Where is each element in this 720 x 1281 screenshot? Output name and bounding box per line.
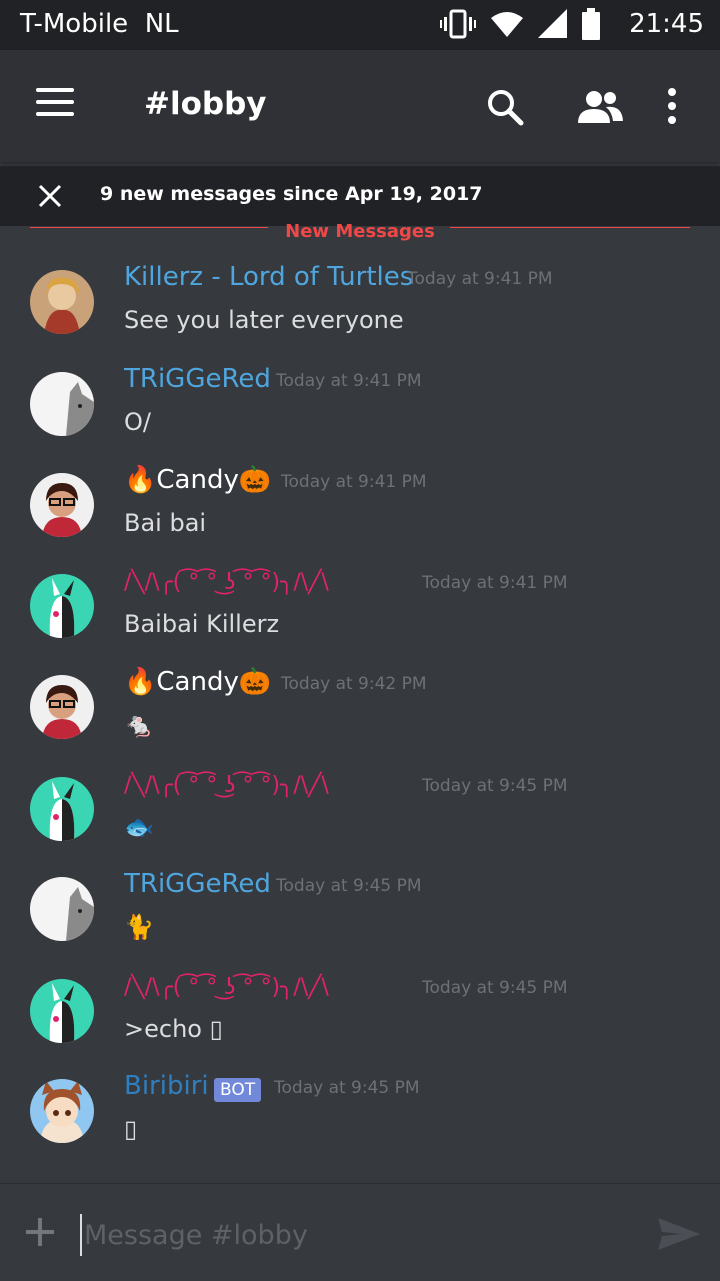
more-options-icon[interactable] xyxy=(662,88,682,124)
username[interactable]: /╲/\╭( ͡° ͡° ͜ʖ ͡° ͡°)╮/\╱\ xyxy=(124,975,329,1000)
avatar[interactable] xyxy=(30,1079,94,1143)
message-text: >echo ▯ xyxy=(124,1015,223,1043)
avatar[interactable] xyxy=(30,372,94,436)
message-text: O/ xyxy=(124,408,151,436)
username[interactable]: TRiGGeRed xyxy=(124,364,271,394)
message-text: ▯ xyxy=(124,1115,138,1143)
timestamp: Today at 9:41 PM xyxy=(407,269,553,289)
banner-text: 9 new messages since Apr 19, 2017 xyxy=(100,183,483,205)
timestamp: Today at 9:41 PM xyxy=(276,371,422,391)
username[interactable]: Killerz - Lord of Turtles xyxy=(124,262,413,292)
status-bar: T-Mobile NL 21:45 xyxy=(0,0,720,50)
username[interactable]: Biribiri xyxy=(124,1071,209,1101)
new-messages-banner[interactable]: 9 new messages since Apr 19, 2017 xyxy=(0,166,720,226)
message-item[interactable]: /╲/\╭( ͡° ͡° ͜ʖ ͡° ͡°)╮/\╱\ Today at 9:4… xyxy=(0,975,720,1079)
avatar[interactable] xyxy=(30,574,94,638)
message-emoji: 🐁 xyxy=(124,711,154,739)
message-emoji: 🐟 xyxy=(124,813,154,841)
avatar[interactable] xyxy=(30,675,94,739)
send-icon[interactable] xyxy=(658,1218,700,1250)
avatar[interactable] xyxy=(30,979,94,1043)
timestamp: Today at 9:45 PM xyxy=(422,978,568,998)
vibrate-icon xyxy=(440,9,476,39)
message-text: See you later everyone xyxy=(124,306,404,334)
avatar[interactable] xyxy=(30,877,94,941)
clock: 21:45 xyxy=(629,9,704,39)
message-item[interactable]: /╲/\╭( ͡° ͡° ͜ʖ ͡° ͡°)╮/\╱\ Today at 9:4… xyxy=(0,773,720,877)
search-icon[interactable] xyxy=(486,88,524,126)
carrier-label: T-Mobile NL xyxy=(20,9,179,39)
message-item[interactable]: TRiGGeRed Today at 9:45 PM 🐈 xyxy=(0,869,720,977)
new-messages-divider: New Messages xyxy=(30,221,690,247)
avatar[interactable] xyxy=(30,270,94,334)
timestamp: Today at 9:42 PM xyxy=(281,674,427,694)
avatar[interactable] xyxy=(30,473,94,537)
plus-icon[interactable] xyxy=(26,1218,54,1246)
username[interactable]: 🔥Candy🎃 xyxy=(124,465,271,495)
timestamp: Today at 9:41 PM xyxy=(281,472,427,492)
channel-header: #lobby xyxy=(0,50,720,162)
close-icon[interactable] xyxy=(38,184,62,208)
hamburger-icon xyxy=(36,88,74,92)
members-icon[interactable] xyxy=(576,90,624,124)
message-item[interactable]: Killerz - Lord of Turtles Today at 9:41 … xyxy=(0,262,720,370)
divider-label: New Messages xyxy=(285,221,435,242)
message-emoji: 🐈 xyxy=(124,913,154,941)
timestamp: Today at 9:45 PM xyxy=(274,1078,420,1098)
username[interactable]: TRiGGeRed xyxy=(124,869,271,899)
message-item[interactable]: /╲/\╭( ͡° ͡° ͜ʖ ͡° ͡°)╮/\╱\ Today at 9:4… xyxy=(0,570,720,674)
battery-icon xyxy=(582,8,600,40)
avatar[interactable] xyxy=(30,777,94,841)
message-text: Baibai Killerz xyxy=(124,610,280,638)
channel-title: #lobby xyxy=(144,86,267,122)
message-composer xyxy=(0,1183,720,1281)
wifi-icon xyxy=(491,12,523,37)
menu-button[interactable] xyxy=(36,88,76,124)
message-item[interactable]: TRiGGeRed Today at 9:41 PM O/ xyxy=(0,364,720,472)
message-item[interactable]: 🔥Candy🎃 Today at 9:42 PM 🐁 xyxy=(0,667,720,775)
signal-icon xyxy=(538,9,567,38)
username[interactable]: 🔥Candy🎃 xyxy=(124,667,271,697)
timestamp: Today at 9:45 PM xyxy=(276,876,422,896)
timestamp: Today at 9:41 PM xyxy=(422,573,568,593)
message-item[interactable]: Biribiri BOT Today at 9:45 PM ▯ xyxy=(0,1071,720,1179)
bot-badge: BOT xyxy=(214,1078,262,1102)
message-item[interactable]: 🔥Candy🎃 Today at 9:41 PM Bai bai xyxy=(0,465,720,573)
message-input[interactable] xyxy=(80,1214,646,1256)
username[interactable]: /╲/\╭( ͡° ͡° ͜ʖ ͡° ͡°)╮/\╱\ xyxy=(124,773,329,798)
message-text: Bai bai xyxy=(124,509,207,537)
username[interactable]: /╲/\╭( ͡° ͡° ͜ʖ ͡° ͡°)╮/\╱\ xyxy=(124,570,329,595)
timestamp: Today at 9:45 PM xyxy=(422,776,568,796)
status-icons xyxy=(440,8,600,40)
